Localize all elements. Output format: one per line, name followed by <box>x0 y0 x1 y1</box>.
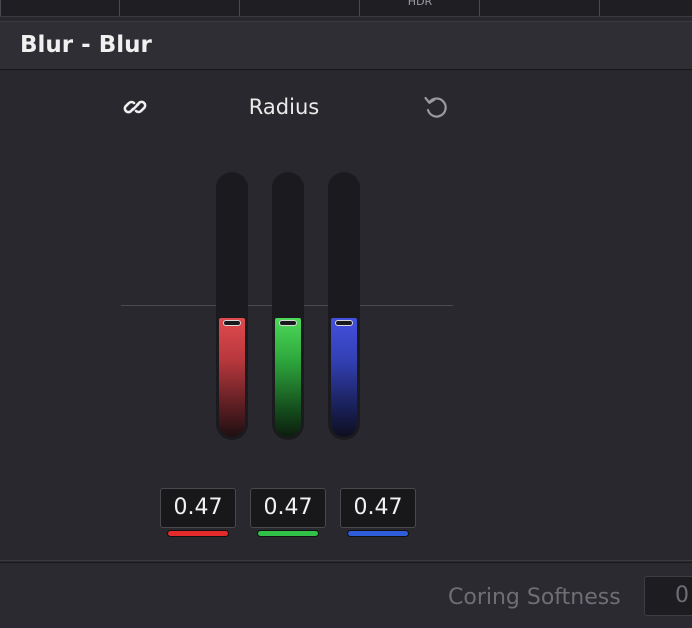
red-slider-handle[interactable] <box>223 320 241 326</box>
red-radius-slider[interactable] <box>216 172 248 440</box>
blue-value-field[interactable]: 0.47 <box>340 488 416 528</box>
red-slider-fill <box>219 318 245 437</box>
top-tab-5[interactable] <box>479 0 600 16</box>
panel-title: Blur - Blur <box>20 32 152 58</box>
top-tab-6[interactable] <box>599 0 692 16</box>
top-tab-hdr[interactable]: HDR <box>359 0 480 16</box>
green-slider-handle[interactable] <box>279 320 297 326</box>
green-value-field[interactable]: 0.47 <box>250 488 326 528</box>
link-icon[interactable] <box>122 95 150 119</box>
coring-softness-label: Coring Softness <box>448 585 621 610</box>
radius-label: Radius <box>248 95 320 119</box>
top-tab-2[interactable] <box>119 0 240 16</box>
green-radius-slider[interactable] <box>272 172 304 440</box>
red-channel-indicator <box>167 530 229 537</box>
reset-icon[interactable] <box>421 93 451 121</box>
top-tab-strip: HDR <box>0 0 692 17</box>
blue-channel-indicator <box>347 530 409 537</box>
coring-softness-field[interactable]: 0 <box>644 576 692 616</box>
panel-header: Blur - Blur <box>0 21 692 70</box>
blue-slider-handle[interactable] <box>335 320 353 326</box>
blur-panel-window: HDR Blur - Blur Radius 0.47 0.47 0.47 Co… <box>0 0 692 628</box>
top-tab-1[interactable] <box>0 0 120 16</box>
top-tab-3[interactable] <box>239 0 360 16</box>
green-slider-fill <box>275 318 301 437</box>
green-channel-indicator <box>257 530 319 537</box>
red-value-field[interactable]: 0.47 <box>160 488 236 528</box>
blue-slider-fill <box>331 318 357 437</box>
blue-radius-slider[interactable] <box>328 172 360 440</box>
